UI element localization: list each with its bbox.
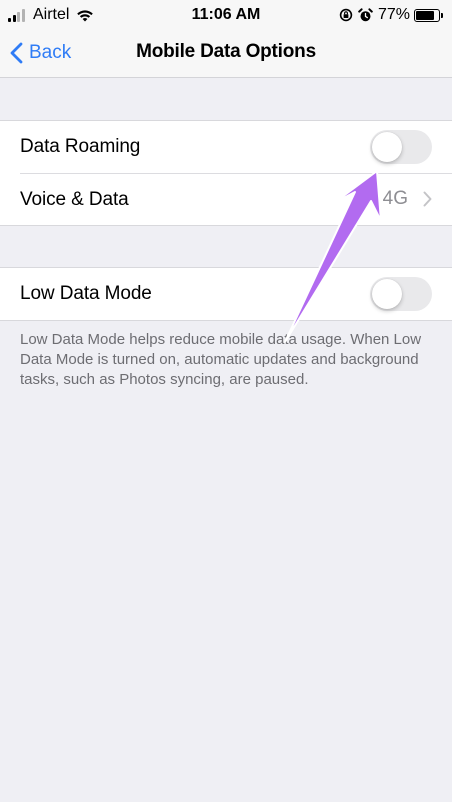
battery-icon [414,8,443,22]
toggle-knob [372,132,402,162]
toggle-knob [372,279,402,309]
battery-level-fill [416,10,435,20]
alarm-icon [358,7,373,23]
low-data-mode-toggle[interactable] [370,277,432,311]
low-data-mode-label: Low Data Mode [20,283,152,304]
status-right: 77% [339,5,443,25]
low-data-mode-footnote: Low Data Mode helps reduce mobile data u… [20,331,422,388]
voice-data-row[interactable]: Voice & Data 4G [0,173,452,225]
mobile-data-options-screen: Airtel 11:06 AM 77% Back Mobile Data Opt… [0,0,452,802]
data-roaming-row: Data Roaming [0,121,452,173]
voice-data-label: Voice & Data [20,188,129,210]
voice-data-value: 4G [382,188,408,209]
low-data-mode-group: Low Data Mode [0,267,452,321]
battery-percentage: 77% [377,6,410,23]
navigation-bar: Back Mobile Data Options [0,30,452,78]
page-title: Mobile Data Options [136,41,316,62]
data-roaming-toggle[interactable] [370,130,432,164]
orientation-lock-icon [339,8,353,22]
roaming-settings-group: Data Roaming Voice & Data 4G [0,120,452,226]
status-bar: Airtel 11:06 AM 77% [0,0,452,30]
data-roaming-label: Data Roaming [20,136,141,157]
low-data-mode-row: Low Data Mode [0,268,452,320]
battery-tip [441,12,443,18]
chevron-right-icon [423,191,432,207]
